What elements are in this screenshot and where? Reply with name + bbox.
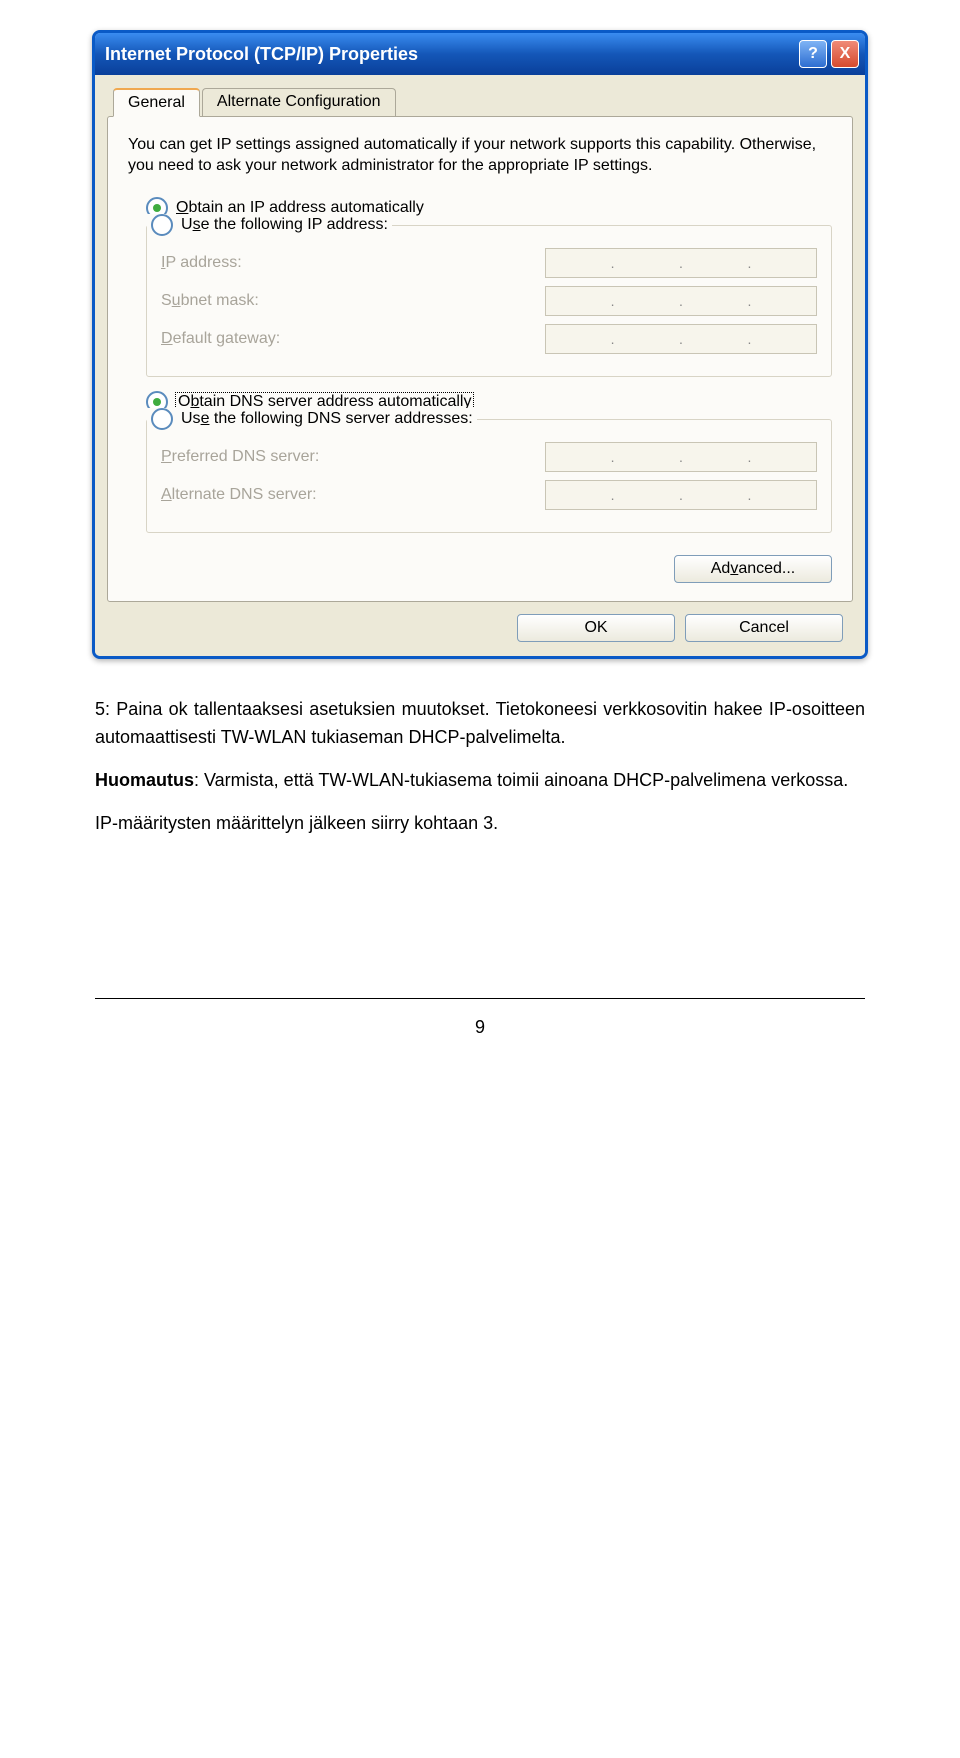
titlebar: Internet Protocol (TCP/IP) Properties ? …	[95, 33, 865, 75]
note-rest: : Varmista, että TW-WLAN-tukiasema toimi…	[194, 770, 848, 790]
paragraph-1: 5: Paina ok tallentaaksesi asetuksien mu…	[95, 695, 865, 753]
tcpip-properties-dialog: Internet Protocol (TCP/IP) Properties ? …	[92, 30, 868, 659]
tab-alternate[interactable]: Alternate Configuration	[202, 88, 396, 117]
group-use-ip: Use the following IP address: IP address…	[146, 225, 832, 377]
tab-general[interactable]: General	[113, 88, 200, 117]
default-gateway-label: Default gateway:	[161, 330, 280, 348]
cancel-button[interactable]: Cancel	[685, 614, 843, 642]
radio-icon[interactable]	[151, 214, 173, 236]
preferred-dns-input: ...	[545, 442, 817, 472]
radio-icon[interactable]	[151, 408, 173, 430]
intro-text: You can get IP settings assigned automat…	[128, 135, 832, 177]
default-gateway-input: ...	[545, 324, 817, 354]
footer-rule	[95, 998, 865, 999]
alternate-dns-label: Alternate DNS server:	[161, 486, 317, 504]
paragraph-2: Huomautus: Varmista, että TW-WLAN-tukias…	[95, 766, 865, 795]
paragraph-3: IP-määritysten määrittelyn jälkeen siirr…	[95, 809, 865, 838]
ip-address-input: ...	[545, 248, 817, 278]
ip-address-label: IP address:	[161, 254, 242, 272]
help-icon[interactable]: ?	[799, 40, 827, 68]
radio-use-ip-label: Use the following IP address:	[181, 216, 388, 234]
page-number: 9	[60, 1017, 900, 1038]
alternate-dns-input: ...	[545, 480, 817, 510]
subnet-mask-label: Subnet mask:	[161, 292, 259, 310]
tab-strip: General Alternate Configuration	[113, 88, 853, 117]
dialog-title: Internet Protocol (TCP/IP) Properties	[105, 44, 418, 65]
ok-button[interactable]: OK	[517, 614, 675, 642]
note-label: Huomautus	[95, 770, 194, 790]
document-body: 5: Paina ok tallentaaksesi asetuksien mu…	[95, 695, 865, 838]
close-icon[interactable]: X	[831, 40, 859, 68]
radio-use-dns-label: Use the following DNS server addresses:	[181, 410, 473, 428]
group-use-dns: Use the following DNS server addresses: …	[146, 419, 832, 533]
preferred-dns-label: Preferred DNS server:	[161, 448, 319, 466]
subnet-mask-input: ...	[545, 286, 817, 316]
advanced-button[interactable]: Advanced...	[674, 555, 832, 583]
tab-panel-general: You can get IP settings assigned automat…	[107, 116, 853, 602]
